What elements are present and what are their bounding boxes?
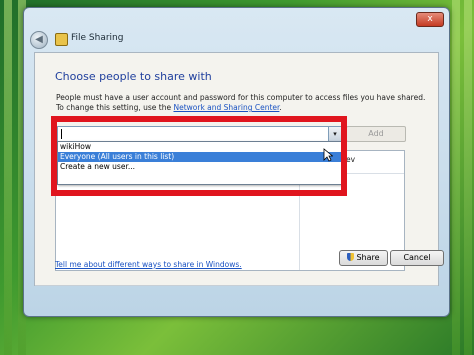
window-title: File Sharing	[71, 33, 124, 43]
file-sharing-icon	[55, 33, 68, 46]
file-sharing-window: x ◀ File Sharing Choose people to share …	[23, 7, 450, 317]
share-button-label: Share	[356, 253, 380, 262]
page-heading: Choose people to share with	[55, 70, 212, 83]
network-sharing-center-link[interactable]: Network and Sharing Center	[173, 103, 279, 112]
mouse-pointer-icon	[323, 148, 333, 162]
description-text: People must have a user account and pass…	[56, 93, 426, 113]
share-button[interactable]: Share	[339, 250, 388, 266]
help-link[interactable]: Tell me about different ways to share in…	[55, 260, 242, 269]
close-button[interactable]: x	[416, 12, 444, 27]
desktop-stripe	[464, 0, 472, 355]
desktop-stripe	[4, 0, 12, 355]
desktop-stripe	[452, 0, 460, 355]
footer-divider	[35, 285, 438, 286]
add-button[interactable]: Add	[346, 126, 406, 142]
uac-shield-icon	[347, 253, 355, 261]
cancel-button[interactable]: Cancel	[390, 250, 444, 266]
red-highlight-box	[51, 116, 347, 196]
back-button[interactable]: ◀	[30, 31, 48, 49]
description-part2: .	[279, 103, 282, 112]
